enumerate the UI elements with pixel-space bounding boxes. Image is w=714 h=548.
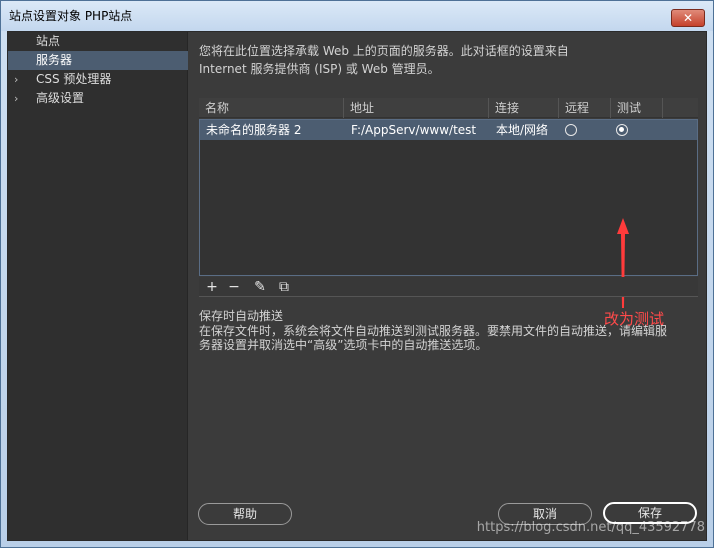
close-button[interactable]: ✕	[671, 9, 705, 27]
window-title: 站点设置对象 PHP站点	[9, 9, 133, 23]
column-header-address[interactable]: 地址	[344, 98, 489, 118]
help-button[interactable]: 帮助	[198, 503, 292, 525]
column-header-connection[interactable]: 连接	[489, 98, 559, 118]
sidebar-item-label: 服务器	[36, 53, 73, 67]
watermark-text: https://blog.csdn.net/qq_43592778	[476, 520, 705, 535]
remote-radio[interactable]	[565, 124, 577, 136]
auto-push-title: 保存时自动推送	[199, 309, 284, 323]
intro-line-1: 您将在此位置选择承载 Web 上的页面的服务器。此对话框的设置来自	[199, 44, 569, 58]
sidebar-item-label: 站点	[36, 34, 61, 48]
table-row[interactable]: 未命名的服务器 2 F:/AppServ/www/test 本地/网络	[200, 120, 697, 140]
auto-push-description: 在保存文件时，系统会将文件自动推送到测试服务器。要禁用文件的自动推送，请编辑服 …	[199, 324, 699, 352]
add-server-icon[interactable]: +	[203, 278, 221, 296]
server-table-toolbar: + − ✎ ⧉	[199, 277, 698, 297]
sidebar-item-css-preprocessor[interactable]: › CSS 预处理器	[8, 70, 188, 89]
sidebar-item-label: 高级设置	[36, 91, 85, 105]
sidebar-item-label: CSS 预处理器	[36, 72, 112, 86]
remove-server-icon[interactable]: −	[225, 278, 243, 296]
duplicate-server-icon[interactable]: ⧉	[275, 278, 293, 296]
intro-line-2: Internet 服务提供商 (ISP) 或 Web 管理员。	[199, 62, 440, 76]
column-header-remote[interactable]: 远程	[559, 98, 611, 118]
sidebar-item-server[interactable]: 服务器	[8, 51, 188, 70]
server-address-cell: F:/AppServ/www/test	[351, 123, 477, 137]
server-connection-cell: 本地/网络	[496, 123, 549, 137]
sidebar: 站点 服务器 › CSS 预处理器 › 高级设置	[8, 32, 188, 540]
title-bar: 站点设置对象 PHP站点	[1, 1, 713, 31]
column-header-test[interactable]: 测试	[611, 98, 663, 118]
sidebar-item-advanced[interactable]: › 高级设置	[8, 89, 188, 108]
server-name-cell: 未命名的服务器 2	[206, 123, 302, 137]
expand-arrow-icon[interactable]: ›	[14, 70, 24, 89]
main-panel: 您将在此位置选择承载 Web 上的页面的服务器。此对话框的设置来自 Intern…	[188, 32, 706, 540]
site-setup-dialog: 站点设置对象 PHP站点 ✕ 站点 服务器 › CSS 预处理器 › 高级设置 …	[0, 0, 714, 548]
table-header: 名称 地址 连接 远程 测试	[199, 98, 698, 118]
edit-server-icon[interactable]: ✎	[251, 278, 269, 296]
dialog-content: 站点 服务器 › CSS 预处理器 › 高级设置 您将在此位置选择承载 Web …	[7, 31, 707, 541]
auto-push-line-1: 在保存文件时，系统会将文件自动推送到测试服务器。要禁用文件的自动推送，请编辑服	[199, 324, 668, 338]
expand-arrow-icon[interactable]: ›	[14, 89, 24, 108]
intro-text: 您将在此位置选择承载 Web 上的页面的服务器。此对话框的设置来自 Intern…	[199, 42, 699, 78]
test-radio[interactable]	[616, 124, 628, 136]
sidebar-item-site[interactable]: 站点	[8, 32, 188, 51]
auto-push-line-2: 务器设置并取消选中“高级”选项卡中的自动推送选项。	[199, 338, 488, 352]
column-header-name[interactable]: 名称	[199, 98, 344, 118]
server-table: 名称 地址 连接 远程 测试 未命名的服务器 2 F:/AppServ/www/…	[199, 98, 698, 328]
